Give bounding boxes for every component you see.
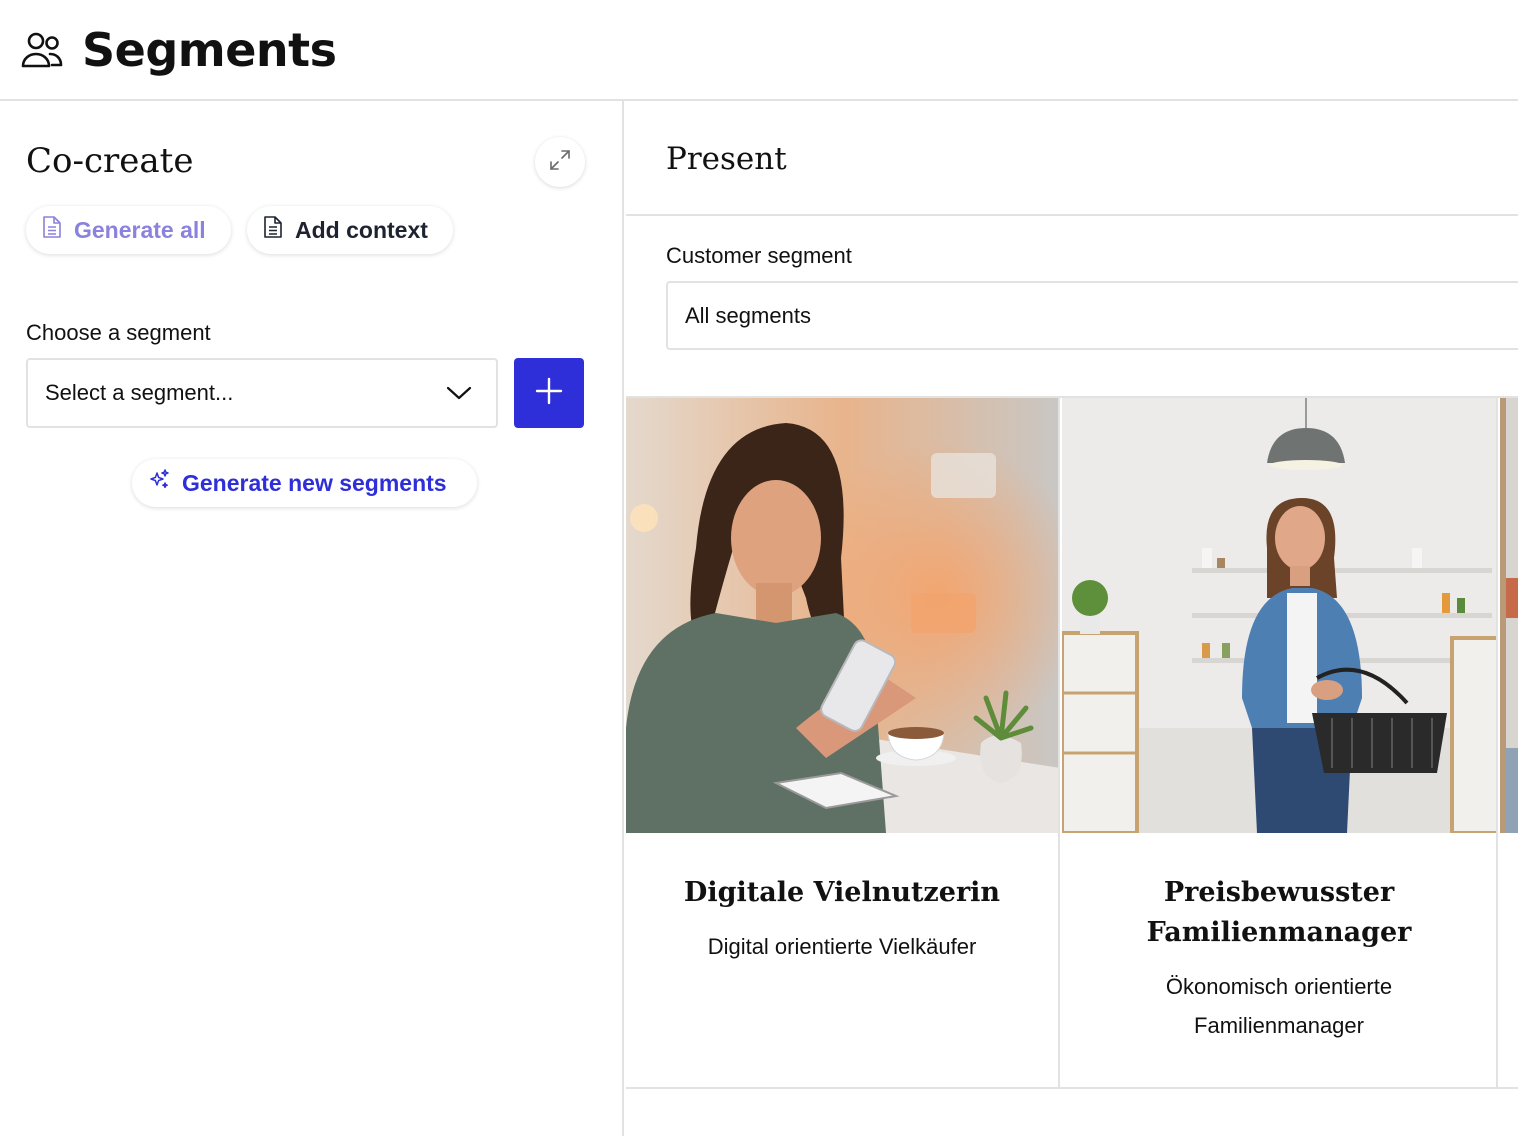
divider: [626, 1087, 1518, 1089]
plus-icon: [535, 377, 563, 410]
segment-card[interactable]: [1500, 398, 1518, 1087]
segment-card[interactable]: Preisbewusster Familienmanager Ökonomisc…: [1062, 398, 1498, 1087]
expand-button[interactable]: [535, 137, 585, 187]
customer-segment-select[interactable]: All segments: [666, 281, 1518, 350]
generate-new-segments-button[interactable]: Generate new segments: [132, 459, 477, 507]
segment-card-name: Preisbewusster Familienmanager: [1146, 877, 1412, 948]
segment-card-name: Digitale Vielnutzerin: [683, 877, 1001, 908]
segment-image: [626, 398, 1058, 833]
generate-new-segments-label: Generate new segments: [182, 469, 447, 496]
present-title: Present: [666, 141, 787, 177]
expand-icon: [548, 148, 572, 177]
cocreate-panel: Co-create Generate all Add context Choos…: [0, 101, 624, 1136]
segment-card-description: Digital orientierte Vielkäufer: [707, 934, 977, 959]
present-panel: Present Customer segment All segments Di…: [626, 101, 1518, 1136]
customer-segment-value: All segments: [685, 302, 811, 328]
segment-select-value: Select a segment...: [45, 380, 234, 405]
segment-card[interactable]: Digitale Vielnutzerin Digital orientiert…: [626, 398, 1060, 1087]
generate-all-label: Generate all: [74, 216, 206, 243]
document-icon: [263, 215, 295, 245]
chevron-down-icon: [446, 380, 472, 406]
segment-select[interactable]: Select a segment...: [26, 358, 498, 428]
divider: [626, 214, 1518, 216]
customer-segment-label: Customer segment: [666, 243, 852, 268]
top-bar: Segments: [0, 0, 1518, 101]
document-icon: [42, 215, 74, 245]
add-context-button[interactable]: Add context: [247, 206, 453, 254]
add-context-label: Add context: [295, 216, 428, 243]
cocreate-title: Co-create: [26, 141, 194, 181]
page-title: Segments: [82, 22, 337, 77]
segment-image: [1500, 398, 1518, 833]
choose-segment-label: Choose a segment: [26, 320, 211, 345]
users-icon: [20, 28, 64, 72]
generate-all-button[interactable]: Generate all: [26, 206, 231, 254]
add-segment-button[interactable]: [514, 358, 584, 428]
segment-card-description: Ökonomisch orientierte Familienmanager: [1165, 974, 1393, 1038]
sparkle-icon: [148, 469, 182, 497]
segment-image: [1062, 398, 1496, 833]
